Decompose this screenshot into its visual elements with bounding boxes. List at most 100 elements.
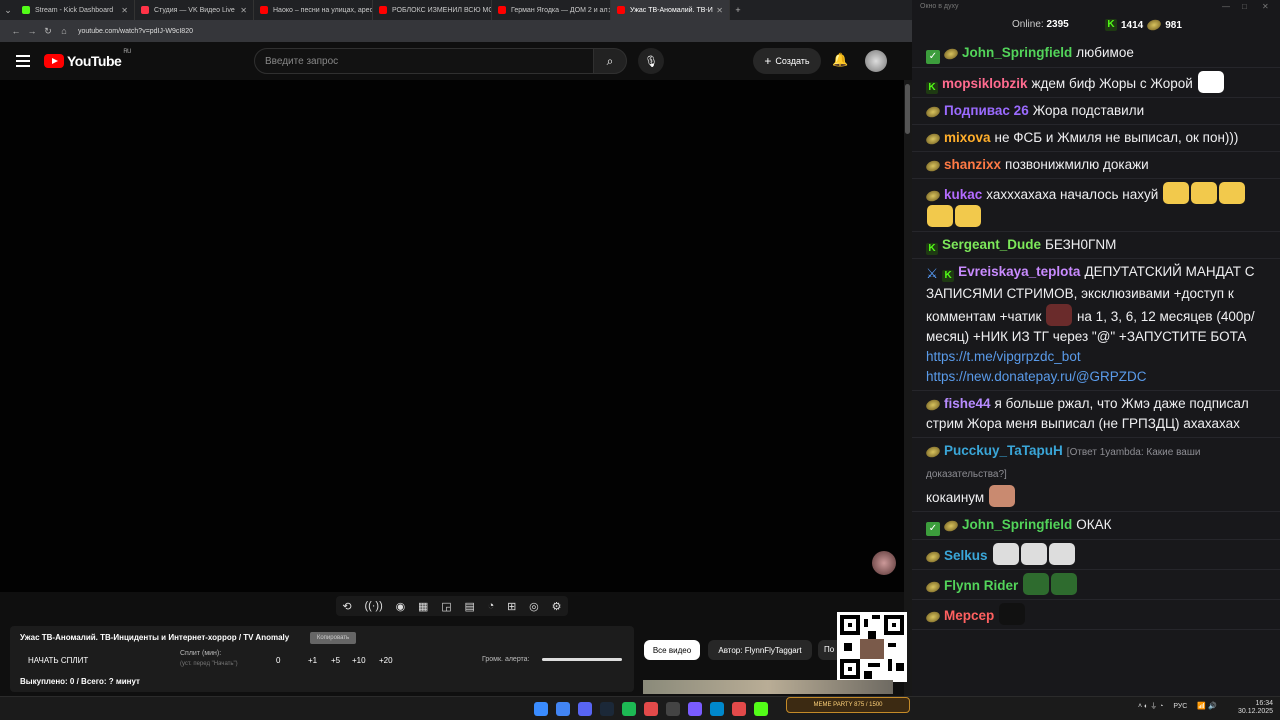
home-icon[interactable]: ⌂ <box>56 26 72 36</box>
browser-tab[interactable]: Stream - Kick Dashboard ✕ <box>16 0 135 20</box>
increment-20-button[interactable]: +20 <box>379 656 393 665</box>
browser-tab[interactable]: Герман Ягодка — ДОМ 2 и ал✕ <box>492 0 611 20</box>
create-button[interactable]: + Создать <box>753 48 821 74</box>
scrollbar-thumb[interactable] <box>905 84 910 134</box>
chat-username[interactable]: Selkus <box>944 548 988 563</box>
video-player[interactable] <box>0 80 904 592</box>
hat-badge-icon <box>924 609 942 625</box>
voice-search-button[interactable]: 🎙 <box>638 48 664 74</box>
close-icon[interactable]: ✕ <box>1262 2 1269 11</box>
browser-tab[interactable]: Наоко – песни на улицах, арес✕ <box>254 0 373 20</box>
chat-stats-bar <box>912 14 1280 36</box>
back-icon[interactable]: ← <box>8 26 24 36</box>
forward-icon[interactable]: → <box>24 26 40 36</box>
taskbar-app-icon[interactable] <box>688 702 702 716</box>
system-tray: ˄ ◐ ⏚ ◔ РУС 📶 🔊 <box>1138 701 1217 711</box>
chat-username[interactable]: mixova <box>944 130 991 145</box>
youtube-logo[interactable]: YouTube RU <box>44 49 131 69</box>
clock[interactable]: 16:34 30.12.2025 <box>1238 700 1273 716</box>
player-control-icon[interactable]: ◉ <box>396 600 406 613</box>
chat-username[interactable]: shanzixx <box>944 157 1001 172</box>
channel-watermark-avatar[interactable] <box>872 551 896 575</box>
player-control-icon[interactable]: ⊞ <box>507 600 516 613</box>
chat-username[interactable]: kukac <box>944 187 982 202</box>
browser-tab[interactable]: Студия — VK Видео Live ✕ <box>135 0 254 20</box>
chat-username[interactable]: Мерсер <box>944 608 994 623</box>
alert-volume-slider[interactable] <box>542 658 622 661</box>
split-value[interactable]: 0 <box>276 656 280 665</box>
increment-10-button[interactable]: +10 <box>352 656 366 665</box>
chat-message: Kmopsiklobzik ждем биф Жоры с Жорой <box>912 68 1280 98</box>
tab-favicon-icon <box>141 6 149 14</box>
taskbar-app-icon[interactable] <box>534 702 548 716</box>
player-control-icon[interactable]: ▤ <box>464 600 474 613</box>
player-control-icon[interactable]: ▦ <box>418 600 428 613</box>
chip-author[interactable]: Автор: FlynnFlyTaggart <box>708 640 812 660</box>
player-control-icon[interactable]: ◎ <box>529 600 539 613</box>
chat-username[interactable]: Sergeant_Dude <box>942 237 1041 252</box>
player-control-icon[interactable]: ◲ <box>441 600 451 613</box>
taskbar-app-icon[interactable] <box>666 702 680 716</box>
increment-5-button[interactable]: +5 <box>331 656 340 665</box>
notifications-bell-icon[interactable]: 🔔 <box>832 52 848 68</box>
chat-link[interactable]: https://t.me/vipgrpzdc_bot <box>926 349 1081 364</box>
taskbar-app-icon[interactable] <box>622 702 636 716</box>
emote-image <box>1020 543 1047 565</box>
player-control-icon[interactable]: ⚙ <box>552 600 562 613</box>
copy-button[interactable]: Копировать <box>310 632 356 644</box>
account-avatar[interactable] <box>865 50 887 72</box>
chat-username[interactable]: John_Springfield <box>962 517 1072 532</box>
chip-related[interactable]: По <box>818 640 838 660</box>
taskbar-app-icon[interactable] <box>710 702 724 716</box>
menu-icon[interactable] <box>16 52 30 70</box>
chat-messages: он везде успел ✓John_Springfieldлюбимое … <box>912 22 1280 630</box>
increment-1-button[interactable]: +1 <box>308 656 317 665</box>
chat-username[interactable]: fishe44 <box>944 396 991 411</box>
player-control-icon[interactable]: ⟲ <box>342 600 351 613</box>
taskbar-app-icon[interactable] <box>578 702 592 716</box>
taskbar-app-icon[interactable] <box>600 702 614 716</box>
taskbar-app-icon[interactable] <box>732 702 746 716</box>
chat-username[interactable]: mopsiklobzik <box>942 76 1028 91</box>
taskbar-app-icon[interactable] <box>556 702 570 716</box>
chip-all-videos[interactable]: Все видео <box>644 640 700 660</box>
chat-username[interactable]: Pucckuy_TaTapuH <box>944 443 1063 458</box>
split-minutes-label: Сплит (мин): <box>180 650 222 657</box>
chat-username[interactable]: John_Springfield <box>962 45 1072 60</box>
search-button[interactable]: ⌕ <box>593 48 627 74</box>
taskbar-app-icon[interactable] <box>754 702 768 716</box>
tab-favicon-icon <box>260 6 268 14</box>
search-input[interactable]: Введите запрос <box>254 48 594 74</box>
chat-link[interactable]: https://new.donatepay.ru/@GRPZDC <box>926 369 1147 384</box>
player-control-icon[interactable]: ((·)) <box>364 600 382 612</box>
chat-username[interactable]: Evreiskaya_teplota <box>958 264 1080 279</box>
minimize-icon[interactable]: — <box>1222 2 1230 11</box>
wifi-icon[interactable]: 📶 🔊 <box>1197 703 1216 710</box>
browser-tab[interactable]: РОБЛОКС ИЗМЕНИЛ ВСЮ МОЮ✕ <box>373 0 492 20</box>
url-field[interactable]: youtube.com/watch?v=pdIJ-W9cI820 <box>78 28 193 35</box>
tab-close-icon[interactable]: ✕ <box>240 6 247 15</box>
player-control-icon[interactable]: ◔ <box>488 600 495 612</box>
tab-search-icon[interactable]: ⌄ <box>0 5 16 16</box>
emote-image <box>1219 182 1246 204</box>
taskbar-app-icon[interactable] <box>644 702 658 716</box>
video-thumbnails-strip[interactable] <box>643 680 893 694</box>
chat-username[interactable]: Flynn Rider <box>944 578 1018 593</box>
language-indicator[interactable]: РУС <box>1173 703 1187 710</box>
maximize-icon[interactable]: □ <box>1242 2 1247 11</box>
qr-code <box>837 612 907 682</box>
tab-close-icon[interactable]: ✕ <box>121 6 128 15</box>
new-tab-button[interactable]: + <box>730 5 746 15</box>
tab-close-icon[interactable]: ✕ <box>716 6 723 15</box>
meme-party-widget: МЕМЕ PARTY 875 / 1500 <box>786 697 910 713</box>
start-split-button[interactable]: НАЧАТЬ СПЛИТ <box>28 656 88 665</box>
browser-tab-strip: ⌄ Stream - Kick Dashboard ✕ Студия — VK Ви… <box>0 0 912 20</box>
clock-date: 30.12.2025 <box>1238 708 1274 715</box>
page-scrollbar[interactable] <box>904 80 912 696</box>
reload-icon[interactable]: ↻ <box>40 26 56 37</box>
tray-icons[interactable]: ˄ ◐ ⏚ ◔ <box>1138 703 1165 710</box>
windows-taskbar: ˄ ◐ ⏚ ◔ РУС 📶 🔊 16:34 30.12.2025 <box>0 696 1280 720</box>
online-count: 2395 <box>1046 19 1069 30</box>
chat-username[interactable]: Подпивас 26 <box>944 103 1029 118</box>
browser-tab[interactable]: Ужас ТВ-Аномалий. ТВ-И ✕ <box>611 0 730 20</box>
